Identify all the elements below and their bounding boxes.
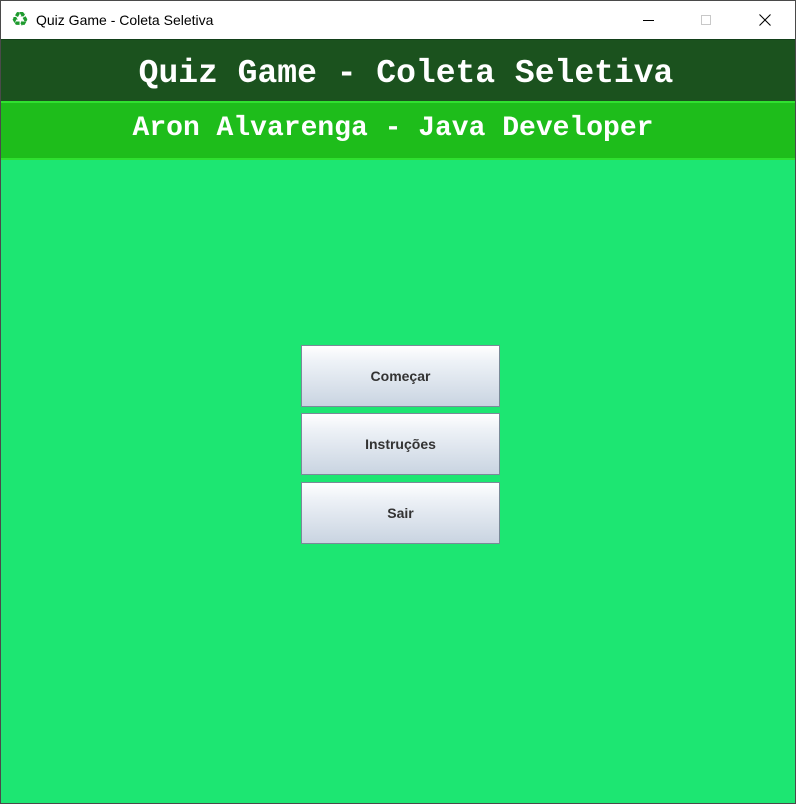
close-button[interactable] xyxy=(736,1,794,39)
main-menu-panel: Começar Instruções Sair xyxy=(1,160,795,803)
start-button[interactable]: Começar xyxy=(301,345,500,407)
minimize-icon xyxy=(642,19,654,21)
app-window: ♻ Quiz Game - Coleta Seletiva Quiz Game … xyxy=(0,0,796,804)
author-banner: Aron Alvarenga - Java Developer xyxy=(1,101,795,160)
instructions-button[interactable]: Instruções xyxy=(301,413,500,475)
author-subtitle: Aron Alvarenga - Java Developer xyxy=(132,113,654,144)
exit-button[interactable]: Sair xyxy=(301,482,500,544)
game-title-banner: Quiz Game - Coleta Seletiva xyxy=(1,39,795,101)
game-title: Quiz Game - Coleta Seletiva xyxy=(138,55,674,92)
window-title: Quiz Game - Coleta Seletiva xyxy=(36,12,214,28)
recycle-icon: ♻ xyxy=(11,7,29,31)
title-bar[interactable]: ♻ Quiz Game - Coleta Seletiva xyxy=(1,1,795,39)
close-icon xyxy=(759,14,771,26)
maximize-button[interactable] xyxy=(677,1,735,39)
maximize-icon xyxy=(701,15,711,25)
minimize-button[interactable] xyxy=(619,1,677,39)
